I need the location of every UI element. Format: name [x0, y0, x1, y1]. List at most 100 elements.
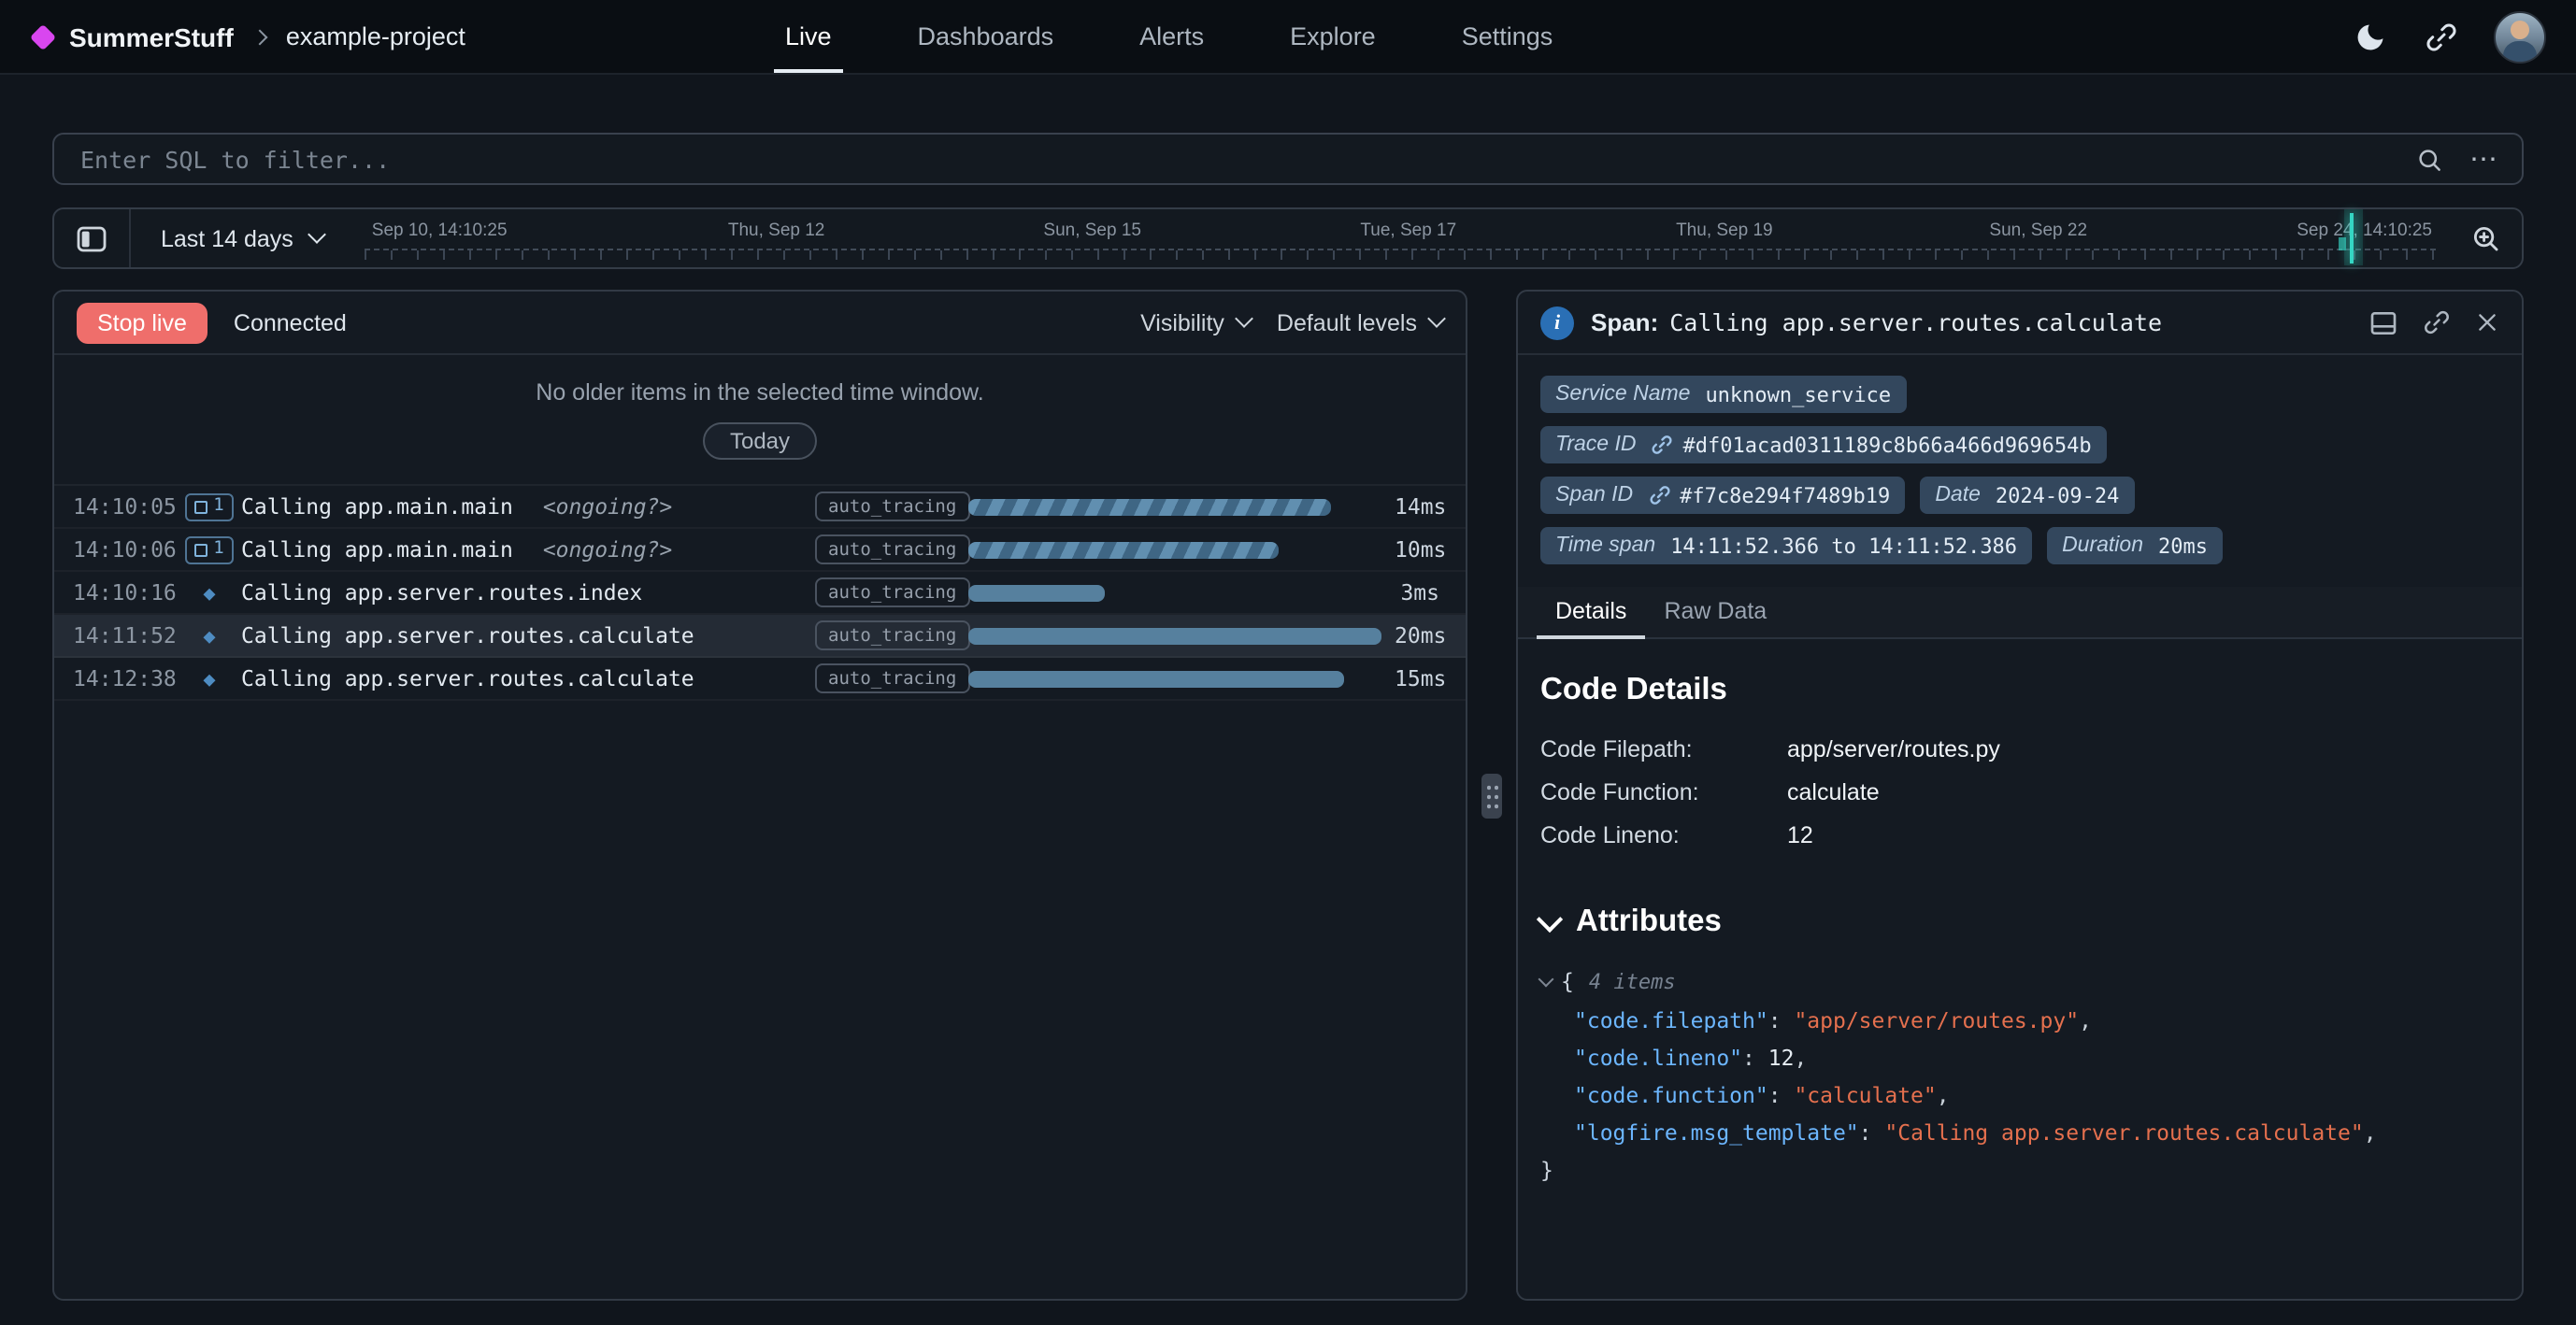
log-row[interactable]: 14:10:05 1 Calling app.main.main<ongoing… — [54, 486, 1466, 529]
json-open-line: {4 items — [1540, 962, 2499, 1002]
copy-link-icon[interactable] — [2423, 308, 2451, 336]
timeline-tick-label: Tue, Sep 17 — [1360, 221, 1456, 241]
link-icon[interactable] — [1652, 434, 1674, 456]
live-log-panel: Stop live Connected Visibility Default l… — [52, 290, 1467, 1301]
theme-toggle-moon-icon[interactable] — [2352, 18, 2389, 55]
chevron-down-icon — [308, 225, 326, 244]
duration-bar-track — [968, 498, 1395, 515]
span-diamond-icon — [178, 623, 241, 648]
log-row-selected[interactable]: 14:11:52 Calling app.server.routes.calcu… — [54, 615, 1466, 658]
sidebar-toggle-icon[interactable] — [54, 209, 131, 267]
log-message: Calling app.server.routes.calculate — [241, 665, 694, 691]
collapse-caret-icon[interactable] — [1538, 972, 1554, 988]
auto-tracing-tag: auto_tracing — [815, 577, 969, 608]
square-icon — [194, 543, 208, 556]
activity-histogram-bar — [2338, 237, 2345, 250]
duration-bar — [968, 627, 1381, 644]
auto-tracing-tag: auto_tracing — [815, 663, 969, 694]
duration-bar-track — [968, 627, 1395, 644]
nav-tabs: Live Dashboards Alerts Explore Settings — [774, 0, 1564, 73]
span-diamond-icon — [178, 666, 241, 691]
log-row[interactable]: 14:10:06 1 Calling app.main.main<ongoing… — [54, 529, 1466, 572]
detail-header-actions — [2368, 307, 2499, 337]
log-row[interactable]: 14:10:16 Calling app.server.routes.index… — [54, 572, 1466, 615]
breadcrumb-chevron-icon — [251, 29, 267, 45]
resize-handle[interactable] — [1481, 773, 1502, 818]
project-name[interactable]: example-project — [286, 22, 465, 50]
log-timestamp: 14:10:06 — [54, 536, 178, 563]
log-message: Calling app.server.routes.index — [241, 579, 642, 606]
user-avatar[interactable] — [2494, 10, 2546, 63]
span-id-badge: Span ID #f7c8e294f7489b19 — [1540, 477, 1905, 514]
log-message: Calling app.server.routes.calculate — [241, 622, 694, 648]
info-icon: i — [1540, 306, 1574, 339]
share-link-icon[interactable] — [2423, 18, 2460, 55]
log-timestamp: 14:10:16 — [54, 579, 178, 606]
date-badge: Date 2024-09-24 — [1920, 477, 2134, 514]
main-panels: Stop live Connected Visibility Default l… — [52, 290, 2524, 1301]
duration-label: 10ms — [1395, 536, 1467, 563]
square-icon — [194, 500, 208, 513]
code-lineno-row: Code Lineno: 12 — [1540, 813, 2499, 856]
time-span-badge: Time span 14:11:52.366 to 14:11:52.386 — [1540, 527, 2032, 564]
json-close-line: } — [1540, 1151, 2499, 1189]
time-range-dropdown[interactable]: Last 14 days — [131, 209, 353, 267]
close-icon[interactable] — [2475, 310, 2499, 335]
timeline-tick-label: Sep 24, 14:10:25 — [2297, 221, 2432, 241]
auto-tracing-tag: auto_tracing — [815, 492, 969, 522]
auto-tracing-tag: auto_tracing — [815, 534, 969, 565]
today-button[interactable]: Today — [704, 422, 816, 460]
live-panel-header: Stop live Connected Visibility Default l… — [54, 292, 1466, 355]
log-message: Calling app.main.main — [241, 536, 513, 563]
timeline-tick-label: Thu, Sep 19 — [1676, 221, 1773, 241]
log-timestamp: 14:12:38 — [54, 665, 178, 691]
json-entry: "logfire.msg_template": "Calling app.ser… — [1540, 1114, 2499, 1151]
json-entry: "code.filepath": "app/server/routes.py", — [1540, 1002, 2499, 1039]
breadcrumb: SummerStuff example-project — [34, 21, 465, 51]
trace-id-badge: Trace ID #df01acad0311189c8b66a466d96965… — [1540, 426, 2107, 463]
link-icon[interactable] — [1648, 484, 1670, 506]
duration-bar-track — [968, 670, 1395, 687]
tab-settings[interactable]: Settings — [1451, 0, 1565, 73]
span-detail-panel: i Span:Calling app.server.routes.calcula… — [1516, 290, 2524, 1301]
duration-badge: Duration 20ms — [2047, 527, 2223, 564]
code-function-row: Code Function: calculate — [1540, 770, 2499, 813]
span-meta-badges: Service Name unknown_service Trace ID #d… — [1518, 355, 2522, 572]
duration-bar-track — [968, 584, 1395, 601]
chevron-down-icon — [1537, 905, 1563, 932]
code-details-heading: Code Details — [1540, 673, 2499, 708]
tab-dashboards[interactable]: Dashboards — [907, 0, 1066, 73]
tab-explore[interactable]: Explore — [1279, 0, 1387, 73]
log-row[interactable]: 14:12:38 Calling app.server.routes.calcu… — [54, 658, 1466, 701]
tab-details[interactable]: Details — [1537, 587, 1645, 637]
log-timestamp: 14:11:52 — [54, 622, 178, 648]
panel-gutter — [1467, 290, 1516, 1301]
app-root: SummerStuff example-project Live Dashboa… — [0, 0, 2576, 1325]
duration-label: 3ms — [1395, 579, 1466, 606]
duration-bar — [968, 498, 1331, 515]
connection-status: Connected — [234, 309, 347, 335]
top-nav: SummerStuff example-project Live Dashboa… — [0, 0, 2576, 75]
log-message: Calling app.main.main — [241, 493, 513, 520]
empty-message: No older items in the selected time wind… — [54, 379, 1466, 406]
tab-live[interactable]: Live — [774, 0, 843, 73]
more-options-icon[interactable]: ⋯ — [2469, 145, 2499, 173]
org-name[interactable]: SummerStuff — [69, 21, 234, 51]
visibility-dropdown[interactable]: Visibility — [1140, 309, 1251, 335]
attributes-section-toggle[interactable]: Attributes — [1540, 905, 2499, 940]
duration-label: 15ms — [1395, 665, 1467, 691]
zoom-in-icon[interactable] — [2447, 209, 2522, 267]
duration-bar — [968, 670, 1343, 687]
log-rows: 14:10:05 1 Calling app.main.main<ongoing… — [54, 484, 1466, 701]
tab-alerts[interactable]: Alerts — [1128, 0, 1215, 73]
timeline-strip: Last 14 days Sep 10, 14:10:25 Thu, Sep 1… — [52, 207, 2524, 269]
sql-filter-input[interactable] — [77, 143, 2389, 175]
timeline-tick-label: Sep 10, 14:10:25 — [372, 221, 508, 241]
tab-raw-data[interactable]: Raw Data — [1645, 587, 1785, 637]
dock-panel-icon[interactable] — [2368, 307, 2398, 337]
search-icon[interactable] — [2415, 145, 2443, 173]
timeline-canvas[interactable]: Sep 10, 14:10:25 Thu, Sep 12 Sun, Sep 15… — [361, 209, 2440, 267]
attributes-json-viewer: {4 items "code.filepath": "app/server/ro… — [1540, 962, 2499, 1189]
default-levels-dropdown[interactable]: Default levels — [1277, 309, 1443, 335]
stop-live-button[interactable]: Stop live — [77, 302, 208, 343]
